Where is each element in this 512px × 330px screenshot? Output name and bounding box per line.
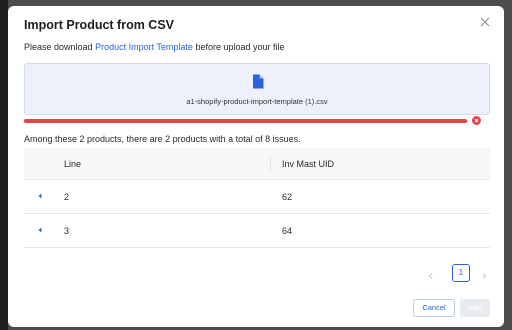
error-close-icon bbox=[474, 118, 479, 123]
page-number-button[interactable]: 1 bbox=[452, 264, 470, 282]
table-row: 3 64 bbox=[24, 214, 490, 248]
column-header-inv-mast-uid: Inv Mast UID bbox=[282, 159, 335, 169]
chevron-right-icon bbox=[482, 273, 487, 279]
table-row: 2 62 bbox=[24, 180, 490, 214]
app-sidebar-backdrop bbox=[0, 0, 8, 330]
close-icon bbox=[480, 17, 490, 27]
previous-page-button[interactable] bbox=[426, 268, 436, 279]
expand-row-button[interactable] bbox=[36, 226, 44, 234]
add-button[interactable]: Add bbox=[460, 299, 490, 317]
upload-progress-fill bbox=[24, 119, 467, 123]
remove-file-button[interactable] bbox=[472, 116, 481, 125]
table-header: Line Inv Mast UID bbox=[24, 148, 490, 180]
issues-table: Line Inv Mast UID 2 62 3 64 bbox=[24, 148, 490, 248]
download-suffix: before upload your file bbox=[192, 42, 285, 52]
download-prefix: Please download bbox=[24, 42, 96, 52]
caret-left-icon bbox=[38, 193, 42, 199]
product-import-template-link[interactable]: Product Import Template bbox=[95, 42, 193, 52]
cell-line: 3 bbox=[64, 226, 70, 236]
close-button[interactable] bbox=[478, 15, 492, 29]
uploaded-file-name: a1-shopify-product-import-template (1).c… bbox=[186, 97, 328, 106]
file-icon bbox=[252, 74, 264, 89]
cell-line: 2 bbox=[64, 192, 70, 202]
modal-title: Import Product from CSV bbox=[24, 18, 175, 32]
file-upload-area[interactable]: a1-shopify-product-import-template (1).c… bbox=[24, 63, 490, 115]
caret-left-icon bbox=[38, 227, 42, 233]
expand-row-button[interactable] bbox=[36, 192, 44, 200]
chevron-left-icon bbox=[428, 273, 433, 279]
next-page-button[interactable] bbox=[479, 268, 489, 279]
cell-inv-mast-uid: 64 bbox=[282, 226, 293, 236]
download-instruction: Please download Product Import Template … bbox=[24, 42, 285, 52]
issues-summary: Among these 2 products, there are 2 prod… bbox=[24, 134, 301, 144]
cancel-button[interactable]: Cancel bbox=[413, 299, 455, 317]
cell-inv-mast-uid: 62 bbox=[282, 192, 293, 202]
column-header-line: Line bbox=[64, 159, 82, 169]
upload-progress-bar bbox=[24, 119, 467, 123]
column-divider bbox=[270, 157, 271, 171]
import-product-modal: Import Product from CSV Please download … bbox=[8, 6, 504, 327]
